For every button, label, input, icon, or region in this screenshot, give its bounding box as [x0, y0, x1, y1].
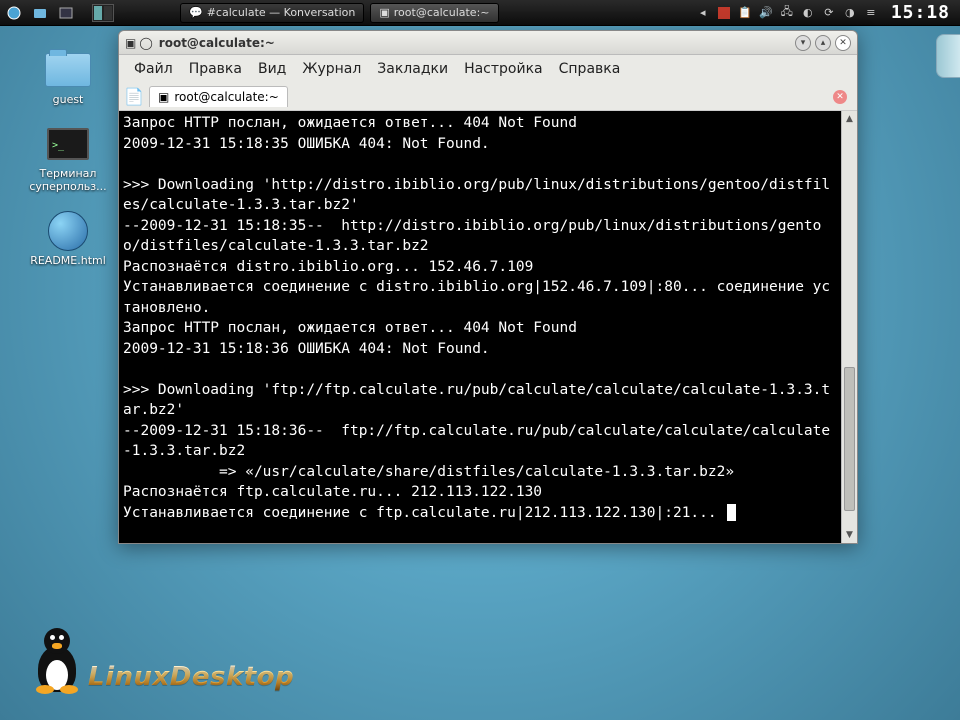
session-icon: ◯ [139, 36, 152, 50]
scroll-up-button[interactable]: ▲ [842, 111, 857, 127]
menu-settings[interactable]: Настройка [457, 58, 550, 80]
tray-misc3-icon[interactable]: ◑ [841, 4, 859, 22]
menu-edit[interactable]: Правка [182, 58, 249, 80]
terminal-output[interactable]: Запрос HTTP послан, ожидается ответ... 4… [119, 111, 841, 543]
system-tray: ◂ 📋 🔊 🖧 ◐ ⟳ ◑ ≡ 15:18 [694, 2, 960, 23]
tray-clipboard-icon[interactable]: 📋 [736, 4, 754, 22]
plasma-cashew-icon[interactable] [936, 34, 960, 78]
tray-arrow-icon[interactable]: ◂ [694, 4, 712, 22]
tray-misc4-icon[interactable]: ≡ [862, 4, 880, 22]
terminal-app-icon: ▣ [125, 36, 136, 50]
scroll-thumb[interactable] [844, 367, 855, 511]
desktop-icon-guest[interactable]: guest [22, 50, 114, 106]
terminal-text: Запрос HTTP послан, ожидается ответ... 4… [123, 115, 830, 521]
taskbar-item-konversation[interactable]: 💬 #calculate — Konversation [180, 3, 364, 23]
desktop-icon-label: Терминал суперпольз... [22, 167, 114, 193]
panel-left: 💬 #calculate — Konversation ▣ root@calcu… [0, 2, 501, 24]
menu-view[interactable]: Вид [251, 58, 293, 80]
scrollbar: ▲ ▼ [841, 111, 857, 543]
tray-update-icon[interactable] [715, 4, 733, 22]
panel-clock[interactable]: 15:18 [883, 2, 954, 23]
desktop-icon-label: README.html [30, 254, 106, 267]
tab-label: root@calculate:~ [174, 90, 278, 104]
close-button[interactable]: ✕ [835, 35, 851, 51]
terminal-tab[interactable]: ▣ root@calculate:~ [149, 86, 288, 107]
panel-separator [80, 2, 90, 24]
window-title: root@calculate:~ [159, 36, 275, 50]
maximize-button[interactable]: ▴ [815, 35, 831, 51]
terminal-window: ▣ ◯ root@calculate:~ ▾ ▴ ✕ Файл Правка В… [118, 30, 858, 544]
new-tab-button[interactable]: 📄 [125, 88, 143, 106]
tray-volume-icon[interactable]: 🔊 [757, 4, 775, 22]
folder-icon [44, 50, 92, 90]
titlebar-icons: ▣ ◯ [125, 36, 153, 50]
terminal-icon: ▣ [379, 6, 389, 19]
scroll-down-button[interactable]: ▼ [842, 527, 857, 543]
chat-icon: 💬 [189, 6, 203, 19]
desktop-icon-label: guest [53, 93, 84, 106]
distro-branding: LinuxDesktop [30, 628, 294, 692]
panel-gap [116, 2, 176, 24]
desktop-icon-readme[interactable]: README.html [22, 211, 114, 267]
menu-file[interactable]: Файл [127, 58, 180, 80]
task-label: root@calculate:~ [394, 6, 490, 19]
desktop-icon-terminal[interactable]: Терминал суперпольз... [22, 124, 114, 193]
branding-text: LinuxDesktop [88, 662, 294, 692]
terminal-icon [44, 124, 92, 164]
window-titlebar[interactable]: ▣ ◯ root@calculate:~ ▾ ▴ ✕ [119, 31, 857, 55]
desktop-icons: guest Терминал суперпольз... README.html [22, 50, 114, 267]
tab-terminal-icon: ▣ [158, 90, 169, 104]
minimize-button[interactable]: ▾ [795, 35, 811, 51]
taskbar-item-terminal[interactable]: ▣ root@calculate:~ [370, 3, 498, 23]
tray-misc2-icon[interactable]: ⟳ [820, 4, 838, 22]
tab-bar: 📄 ▣ root@calculate:~ ✕ [119, 83, 857, 111]
tab-close-button[interactable]: ✕ [833, 90, 847, 104]
taskbar-panel: 💬 #calculate — Konversation ▣ root@calcu… [0, 0, 960, 26]
tray-misc1-icon[interactable]: ◐ [799, 4, 817, 22]
kmenu-icon[interactable] [2, 2, 26, 24]
scroll-track[interactable] [842, 127, 857, 527]
filemanager-icon[interactable] [28, 2, 52, 24]
tux-icon [30, 628, 84, 692]
menu-help[interactable]: Справка [552, 58, 628, 80]
menu-journal[interactable]: Журнал [295, 58, 368, 80]
terminal-body: Запрос HTTP послан, ожидается ответ... 4… [119, 111, 857, 543]
tab-close-area: ✕ [833, 90, 851, 104]
html-file-icon [44, 211, 92, 251]
terminal-cursor [727, 504, 736, 521]
tray-network-icon[interactable]: 🖧 [778, 4, 796, 22]
task-label: #calculate — Konversation [207, 6, 356, 19]
workspace-switcher[interactable] [92, 4, 114, 22]
show-desktop-icon[interactable] [54, 2, 78, 24]
menu-bar: Файл Правка Вид Журнал Закладки Настройк… [119, 55, 857, 83]
menu-bookmarks[interactable]: Закладки [370, 58, 455, 80]
